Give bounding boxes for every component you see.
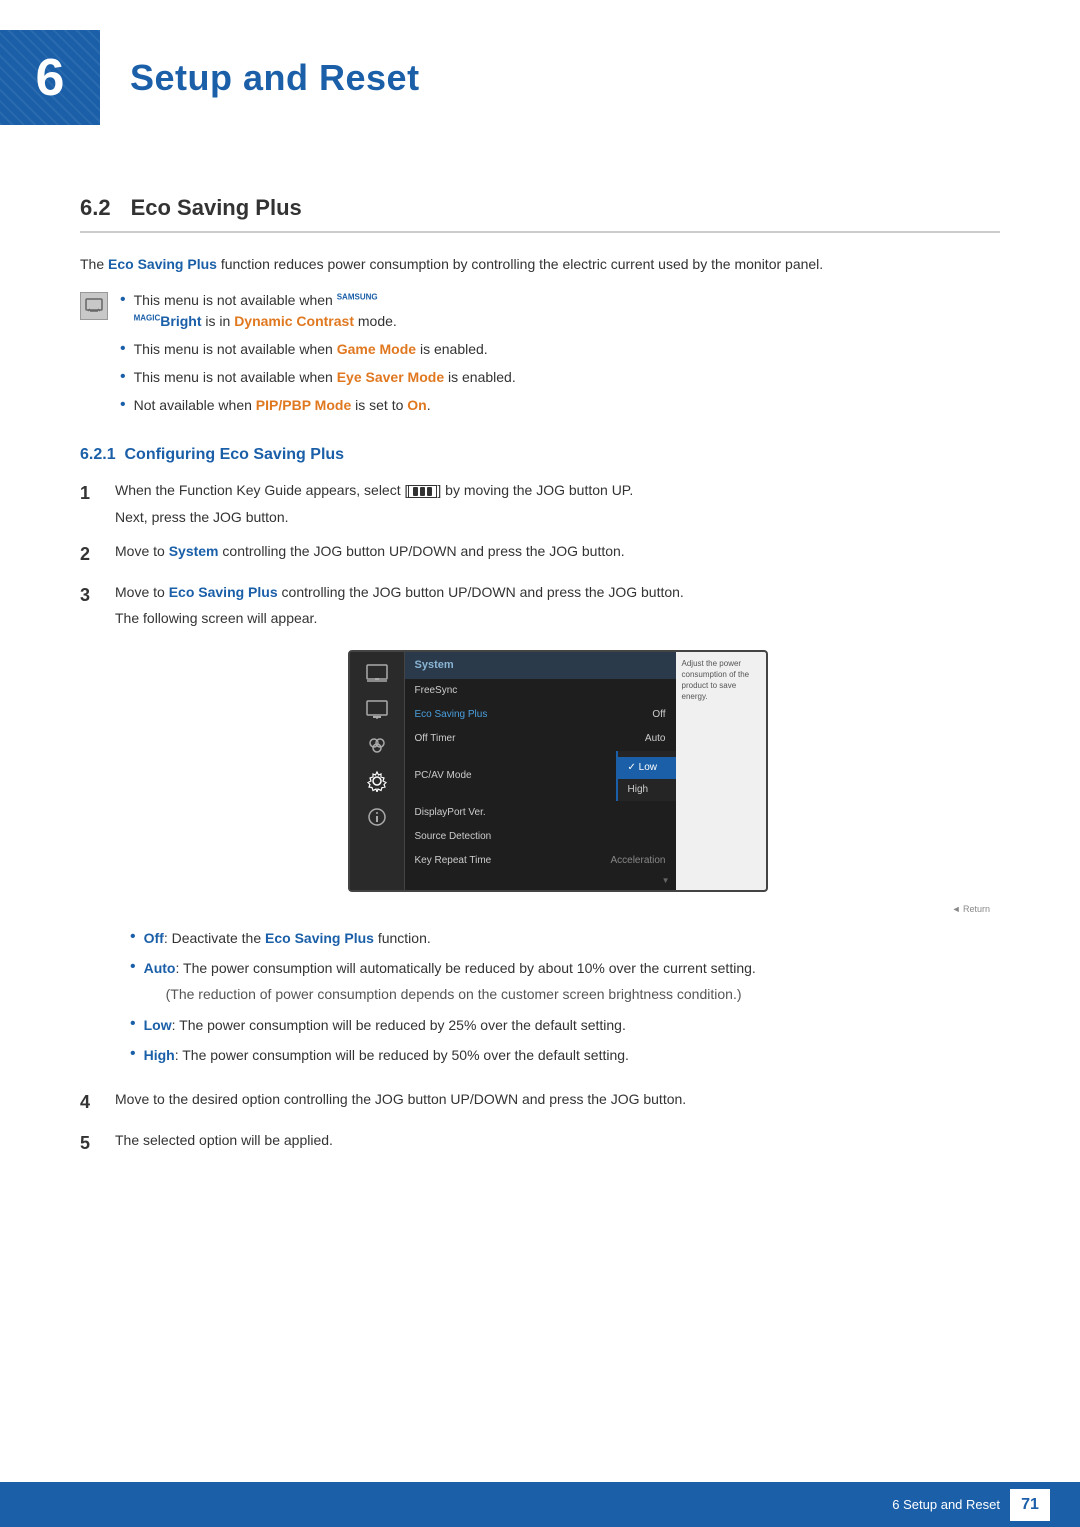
chapter-number: 6 (0, 30, 100, 125)
sidebar-icon-color (361, 732, 393, 758)
sidebar-icon-system (361, 768, 393, 794)
auto-note: (The reduction of power consumption depe… (166, 983, 756, 1005)
step-number-1: 1 (80, 479, 100, 508)
chapter-title: Setup and Reset (130, 57, 420, 99)
bullet-dot: • (130, 927, 136, 948)
section-heading: 6.2 Eco Saving Plus (80, 195, 1000, 233)
menu-title: System (405, 652, 676, 680)
bullet-dot: • (130, 1014, 136, 1035)
bullet-off: • Off: Deactivate the Eco Saving Plus fu… (130, 927, 1000, 949)
notes-container: • This menu is not available when SAMSUN… (80, 290, 1000, 416)
bullet-icon: • (120, 290, 126, 311)
submenu-indicator: ▼ (405, 873, 676, 890)
right-panel-text: Adjust the power consumption of the prod… (682, 658, 760, 703)
step-content-1: When the Function Key Guide appears, sel… (115, 479, 1000, 528)
step-number-5: 5 (80, 1129, 100, 1158)
section-number: 6.2 (80, 195, 111, 221)
sidebar-icon-brightness (361, 696, 393, 722)
section-title: Eco Saving Plus (131, 195, 302, 221)
menu-item-eco: Eco Saving Plus Off (405, 703, 676, 727)
step-2: 2 Move to System controlling the JOG but… (80, 540, 1000, 569)
step-1-sub: Next, press the JOG button. (115, 506, 1000, 528)
page-header: 6 Setup and Reset (0, 0, 1080, 145)
note-lines: • This menu is not available when SAMSUN… (120, 290, 516, 416)
section-description: The Eco Saving Plus function reduces pow… (80, 253, 1000, 275)
step-number-3: 3 (80, 581, 100, 610)
bullet-low: • Low: The power consumption will be red… (130, 1014, 1000, 1036)
menu-item-pcav: PC/AV Mode (405, 751, 616, 801)
page-footer: 6 Setup and Reset 71 (0, 1482, 1080, 1527)
sidebar-icon-picture (361, 660, 393, 686)
menu-item-offtimer: Off Timer Auto (405, 727, 676, 751)
footer-text: 6 Setup and Reset (892, 1497, 1000, 1512)
note-line-4: • Not available when PIP/PBP Mode is set… (120, 395, 516, 416)
step-content-4: Move to the desired option controlling t… (115, 1088, 1000, 1110)
bullet-icon: • (120, 395, 126, 416)
step-list: 1 When the Function Key Guide appears, s… (80, 479, 1000, 1158)
bullet-icon: • (120, 367, 126, 388)
return-label: ◄ Return (115, 902, 1000, 916)
step-content-5: The selected option will be applied. (115, 1129, 1000, 1151)
menu-item-displayport: DisplayPort Ver. (405, 801, 676, 825)
footer-page-number: 71 (1010, 1489, 1050, 1521)
menu-item-source: Source Detection (405, 825, 676, 849)
menu-item-pcav-row: PC/AV Mode ✓ Low High (405, 751, 676, 801)
monitor-ui: System FreeSync Eco Saving Plus Off Off … (348, 650, 768, 892)
monitor-main-area: System FreeSync Eco Saving Plus Off Off … (405, 652, 676, 890)
step-4: 4 Move to the desired option controlling… (80, 1088, 1000, 1117)
bullet-dot: • (130, 1044, 136, 1065)
note-line-1: • This menu is not available when SAMSUN… (120, 290, 516, 332)
note-icon (80, 292, 108, 320)
submenu: ✓ Low High (616, 751, 676, 801)
step-1: 1 When the Function Key Guide appears, s… (80, 479, 1000, 528)
subsection-heading: 6.2.1 Configuring Eco Saving Plus (80, 446, 1000, 464)
step-content-2: Move to System controlling the JOG butto… (115, 540, 1000, 562)
monitor-sidebar (350, 652, 405, 890)
monitor-right-panel: Adjust the power consumption of the prod… (676, 652, 766, 890)
step-3: 3 Move to Eco Saving Plus controlling th… (80, 581, 1000, 1077)
submenu-low: ✓ Low (618, 757, 676, 779)
bullet-auto: • Auto: The power consumption will autom… (130, 957, 1000, 1006)
bullet-dot: • (130, 957, 136, 978)
step-5: 5 The selected option will be applied. (80, 1129, 1000, 1158)
step-number-4: 4 (80, 1088, 100, 1117)
note-line-2: • This menu is not available when Game M… (120, 339, 516, 360)
menu-item-keyrepeat: Key Repeat Time Acceleration (405, 849, 676, 873)
bullet-high: • High: The power consumption will be re… (130, 1044, 1000, 1066)
sidebar-icon-info (361, 804, 393, 830)
step-3-sub: The following screen will appear. (115, 607, 1000, 629)
bullet-list: • Off: Deactivate the Eco Saving Plus fu… (130, 927, 1000, 1067)
step-number-2: 2 (80, 540, 100, 569)
step-content-3: Move to Eco Saving Plus controlling the … (115, 581, 1000, 1077)
function-key-icon (408, 485, 437, 498)
monitor-screenshot: System FreeSync Eco Saving Plus Off Off … (115, 650, 1000, 892)
main-content: 6.2 Eco Saving Plus The Eco Saving Plus … (0, 145, 1080, 1250)
bullet-icon: • (120, 339, 126, 360)
eco-saving-plus-term: Eco Saving Plus (108, 256, 217, 272)
menu-item-freesync: FreeSync (405, 679, 676, 703)
submenu-high: High (618, 779, 676, 801)
note-line-3: • This menu is not available when Eye Sa… (120, 367, 516, 388)
